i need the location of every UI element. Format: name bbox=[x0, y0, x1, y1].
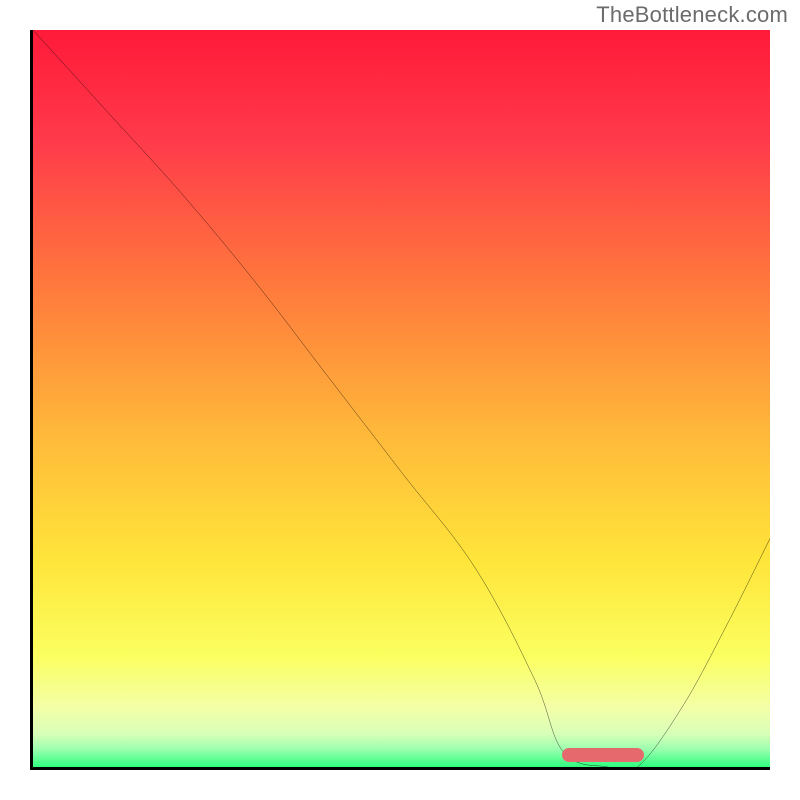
optimal-marker bbox=[562, 748, 644, 762]
plot-area bbox=[30, 30, 770, 770]
watermark: TheBottleneck.com bbox=[596, 2, 788, 28]
gradient-background bbox=[33, 30, 770, 767]
chart-root: TheBottleneck.com bbox=[0, 0, 800, 800]
